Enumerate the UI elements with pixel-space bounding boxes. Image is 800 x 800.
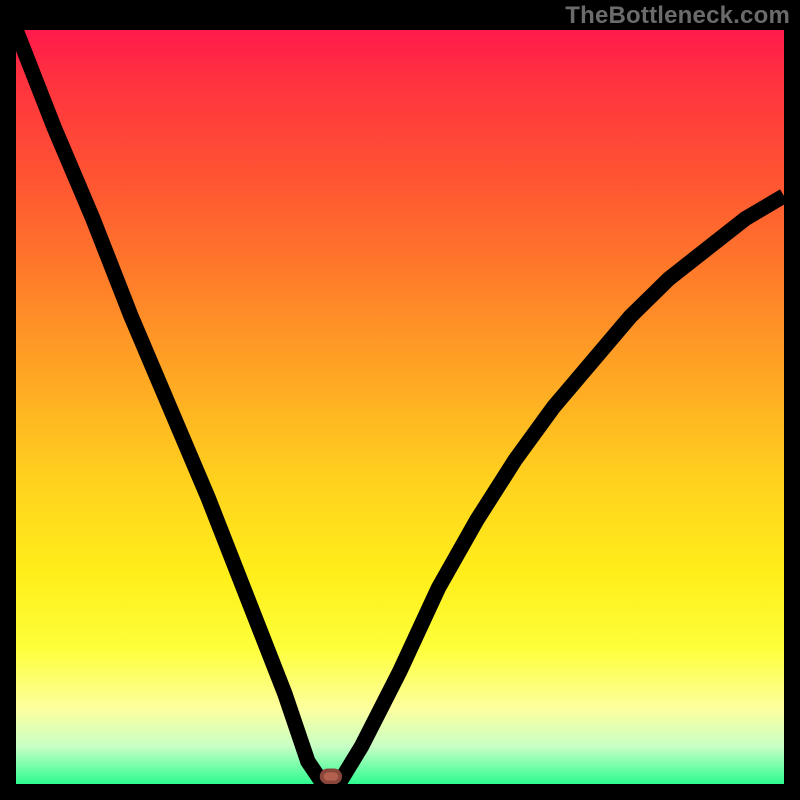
chart-svg (16, 30, 784, 784)
bottleneck-curve (16, 30, 784, 784)
plot-area (16, 30, 784, 784)
chart-frame: TheBottleneck.com (0, 0, 800, 800)
watermark-text: TheBottleneck.com (565, 2, 790, 30)
minimum-marker (322, 770, 340, 782)
